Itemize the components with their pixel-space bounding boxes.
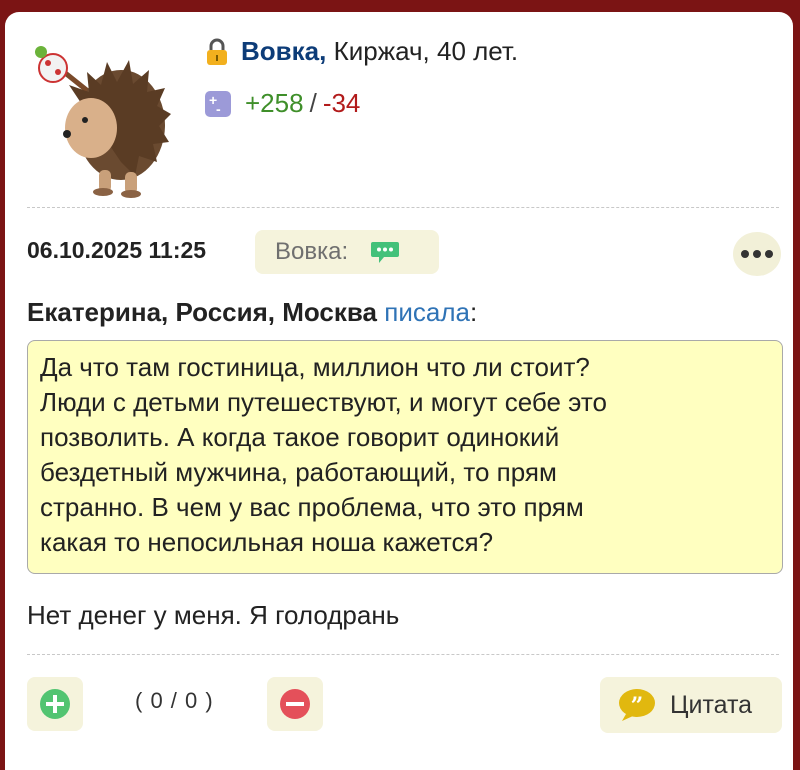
more-options-button[interactable]: [733, 232, 781, 276]
divider: [27, 207, 779, 208]
cite-button[interactable]: ” Цитата: [600, 677, 782, 733]
svg-text:”: ”: [631, 693, 644, 719]
more-dots-icon: [739, 250, 775, 258]
user-rating: + - +258 / -34: [205, 88, 360, 119]
rating-icon: + -: [205, 90, 231, 117]
quote-source-link[interactable]: писала: [384, 297, 470, 327]
rating-minus: -34: [322, 88, 361, 118]
quote-line: странно. В чем у вас проблема, что это п…: [40, 492, 584, 522]
quote-line: какая то непосильная ноша кажется?: [40, 527, 494, 557]
divider: [27, 654, 779, 655]
cite-label: Цитата: [670, 690, 753, 719]
quote-line: позволить. А когда такое говорит одиноки…: [40, 422, 560, 452]
quote-colon: :: [469, 297, 478, 327]
quote-header: Екатерина, Россия, Москва писала:: [27, 297, 477, 328]
quote-author: Екатерина, Россия, Москва: [27, 297, 378, 327]
lock-icon: [207, 38, 227, 65]
quote-line: бездетный мужчина, работающий, то прям: [40, 457, 557, 487]
plus-circle-icon: [40, 689, 70, 719]
rating-separator: /: [309, 88, 317, 118]
address-user-label: Вовка:: [275, 238, 349, 265]
user-name-link[interactable]: Вовка,: [241, 36, 326, 67]
quote-icon: ”: [619, 689, 655, 721]
address-user-button[interactable]: Вовка:: [255, 230, 439, 274]
post-card: Вовка, Киржач, 40 лет. + - +258 / -34 06…: [3, 10, 795, 770]
user-info: Киржач, 40 лет.: [333, 36, 519, 66]
minus-circle-icon: [280, 689, 310, 719]
quote-line: Люди с детьми путешествуют, и могут себе…: [40, 387, 607, 417]
quote-line: Да что там гостиница, миллион что ли сто…: [40, 352, 590, 382]
rating-plus: +258: [245, 88, 304, 118]
post-datetime: 06.10.2025 11:25: [27, 237, 207, 263]
vote-down-button[interactable]: [267, 677, 323, 731]
vote-up-button[interactable]: [27, 677, 83, 731]
vote-count: ( 0 / 0 ): [135, 688, 214, 713]
reply-text: Нет денег у меня. Я голодрань: [27, 600, 400, 630]
chat-bubble-icon: [371, 242, 400, 263]
avatar[interactable]: [29, 30, 179, 200]
user-line: Вовка, Киржач, 40 лет.: [205, 36, 518, 67]
quoted-message: Да что там гостиница, миллион что ли сто…: [27, 340, 783, 574]
